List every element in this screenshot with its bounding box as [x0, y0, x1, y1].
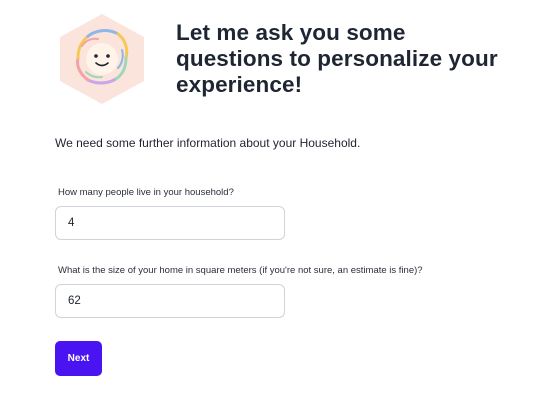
household-intro-text: We need some further information about y…	[55, 136, 361, 150]
assistant-avatar-icon	[60, 14, 144, 104]
onboarding-page: Let me ask you some questions to persona…	[0, 0, 542, 402]
people-count-input[interactable]	[55, 206, 285, 240]
people-count-label: How many people live in your household?	[58, 187, 234, 198]
next-button[interactable]: Next	[55, 341, 102, 376]
page-title: Let me ask you some questions to persona…	[176, 20, 498, 97]
home-size-input[interactable]	[55, 284, 285, 318]
home-size-label: What is the size of your home in square …	[58, 265, 423, 276]
